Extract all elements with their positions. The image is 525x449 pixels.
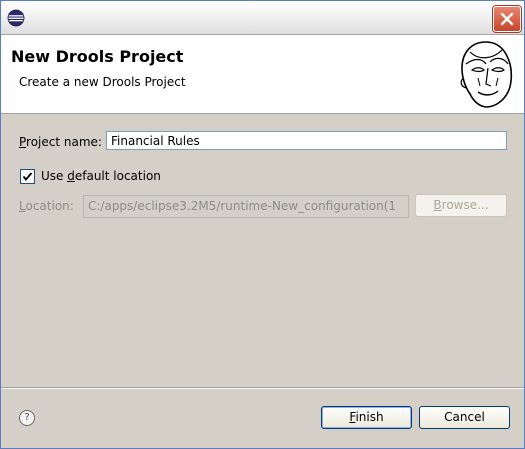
location-label: Location: [19,199,74,213]
cancel-button[interactable]: Cancel [419,406,510,429]
use-default-location-checkbox[interactable] [20,169,35,184]
browse-button[interactable]: Browse... [415,194,507,217]
project-name-input[interactable]: Financial Rules [106,131,507,150]
dialog-window: New Drools Project Create a new Drools P… [0,0,525,449]
help-icon[interactable]: ? [19,410,35,426]
drools-head-icon [460,41,513,108]
project-name-label: Project name: [19,135,102,149]
wizard-header: New Drools Project Create a new Drools P… [1,35,524,114]
footer-separator [1,387,524,389]
use-default-location-label[interactable]: Use default location [41,169,161,183]
finish-button[interactable]: Finish [321,406,412,429]
location-input[interactable]: C:/apps/eclipse3.2M5/runtime-New_configu… [83,195,409,218]
page-description: Create a new Drools Project [19,75,186,89]
close-button[interactable] [493,6,521,32]
eclipse-icon [7,9,25,27]
checkmark-icon [22,172,33,181]
title-bar[interactable] [1,1,524,35]
close-icon [500,12,514,26]
page-title: New Drools Project [11,47,184,66]
